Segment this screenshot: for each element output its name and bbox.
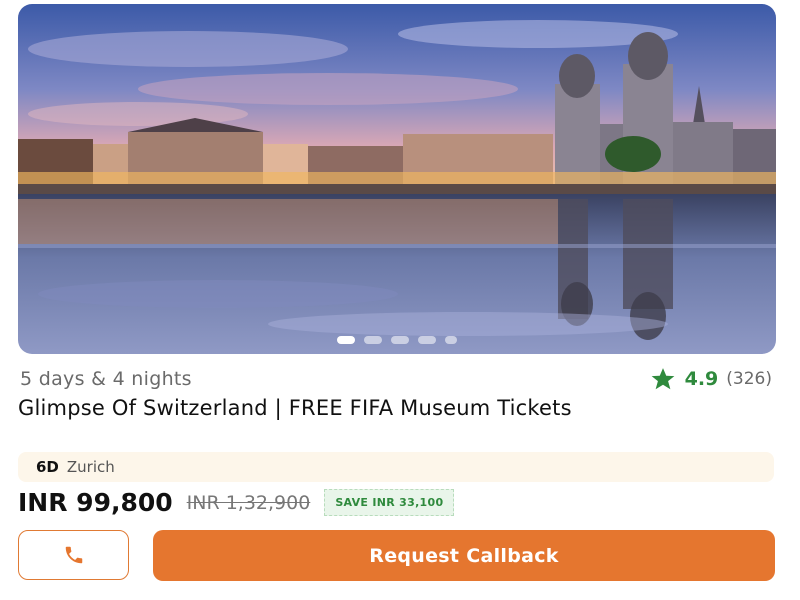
savings-badge: SAVE INR 33,100 [324, 489, 455, 516]
star-icon [651, 368, 674, 390]
call-button[interactable] [18, 530, 129, 580]
carousel-indicator[interactable] [18, 336, 776, 344]
zurich-landscape-image [18, 4, 776, 354]
carousel-dot-2[interactable] [364, 336, 382, 344]
carousel-dot-5[interactable] [445, 336, 457, 344]
request-callback-button[interactable]: Request Callback [153, 530, 775, 581]
hero-image-carousel[interactable] [18, 4, 776, 354]
rating-count: (326) [726, 369, 772, 389]
rating-value: 4.9 [684, 368, 719, 390]
original-price: INR 1,32,900 [186, 491, 311, 514]
itinerary-city: Zurich [66, 458, 115, 476]
carousel-dot-1[interactable] [337, 336, 355, 344]
current-price: INR 99,800 [18, 488, 173, 517]
itinerary-strip: 6D Zurich [18, 452, 774, 482]
rating-summary: 4.9 (326) [649, 366, 772, 392]
carousel-dot-4[interactable] [418, 336, 436, 344]
price-row: INR 99,800 INR 1,32,900 SAVE INR 33,100 [18, 488, 455, 517]
package-title[interactable]: Glimpse Of Switzerland | FREE FIFA Museu… [18, 396, 758, 421]
itinerary-days: 6D [36, 458, 59, 476]
phone-icon [65, 546, 82, 564]
trip-duration: 5 days & 4 nights [20, 368, 192, 390]
carousel-dot-3[interactable] [391, 336, 409, 344]
